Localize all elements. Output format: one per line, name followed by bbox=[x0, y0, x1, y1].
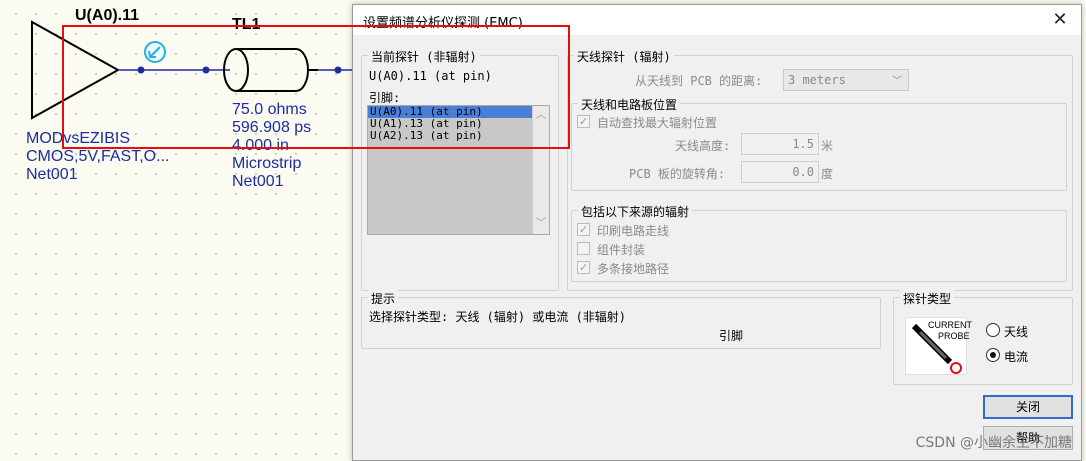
scroll-up-icon[interactable]: ︿ bbox=[533, 108, 549, 124]
source-label-ground-paths: 多条接地路径 bbox=[597, 262, 670, 276]
radio-antenna[interactable] bbox=[986, 323, 1000, 337]
probe-type-group-label: 探针类型 bbox=[900, 290, 955, 307]
source-checkbox-ground-paths[interactable]: ✓ bbox=[577, 261, 590, 274]
source-checkbox-packages[interactable] bbox=[577, 242, 590, 255]
antenna-probe-group-label: 天线探针 (辐射) bbox=[574, 48, 674, 65]
tline-net-text: Net001 bbox=[232, 173, 284, 190]
driver-model-text: MODvsEZIBIS bbox=[26, 130, 131, 147]
antenna-position-group-label: 天线和电路板位置 bbox=[578, 96, 681, 113]
distance-value: 3 meters bbox=[788, 73, 846, 87]
tline-length-text: 4.000 in bbox=[232, 137, 289, 154]
close-button[interactable]: 关闭 bbox=[983, 395, 1073, 419]
pins-scrollbar[interactable]: ︿ ﹀ bbox=[532, 106, 549, 234]
hint-sub-text: 引脚 bbox=[719, 329, 744, 343]
driver-label: U(A0).11 bbox=[75, 7, 140, 24]
source-label-traces: 印刷电路走线 bbox=[597, 224, 670, 238]
pin-list-item[interactable]: U(A2).13 (at pin) bbox=[368, 130, 549, 142]
current-probe-group-label: 当前探针 (非辐射) bbox=[368, 48, 480, 65]
rotation-input[interactable]: 0.0 bbox=[741, 161, 819, 183]
close-icon[interactable]: ✕ bbox=[1047, 8, 1073, 32]
node-dot bbox=[137, 66, 145, 74]
node-dot bbox=[202, 66, 210, 74]
tline-delay-text: 596.908 ps bbox=[232, 119, 312, 136]
watermark-text: CSDN @小幽余生不加糖 bbox=[915, 435, 1072, 451]
scroll-down-icon[interactable]: ﹀ bbox=[533, 216, 549, 232]
pins-label: 引脚: bbox=[369, 91, 401, 105]
emc-probe-dialog: 设置频谱分析仪探测 (EMC) ✕ 当前探针 (非辐射) U(A0).11 (a… bbox=[352, 4, 1082, 461]
hint-text: 选择探针类型: 天线 (辐射) 或电流 (非辐射) bbox=[369, 310, 627, 324]
driver-net-text: Net001 bbox=[26, 166, 78, 183]
radio-antenna-label: 天线 bbox=[1004, 325, 1029, 339]
height-unit: 米 bbox=[821, 139, 834, 153]
current-probe-image: CURRENT PROBE bbox=[905, 317, 972, 375]
chevron-down-icon: ﹀ bbox=[892, 76, 902, 87]
dialog-title: 设置频谱分析仪探测 (EMC) bbox=[363, 16, 523, 31]
transmission-line-symbol[interactable] bbox=[223, 48, 318, 92]
dialog-titlebar[interactable]: 设置频谱分析仪探测 (EMC) ✕ bbox=[353, 5, 1081, 35]
probe-image-text: CURRENT bbox=[928, 320, 972, 330]
rotation-label: PCB 板的旋转角: bbox=[629, 167, 726, 181]
pins-listbox[interactable]: U(A0).11 (at pin) U(A1).13 (at pin) U(A2… bbox=[367, 105, 550, 235]
tline-type-text: Microstrip bbox=[232, 155, 302, 172]
schematic-canvas[interactable]: U(A0).11 TL1 MODvsEZIBIS CMOS,5V,FAST,O.… bbox=[0, 0, 360, 461]
tline-label: TL1 bbox=[232, 16, 261, 33]
auto-find-label: 自动查找最大辐射位置 bbox=[597, 116, 718, 130]
driver-buffer-symbol[interactable] bbox=[31, 20, 121, 120]
source-checkbox-traces[interactable]: ✓ bbox=[577, 223, 590, 236]
auto-find-checkbox[interactable]: ✓ bbox=[577, 115, 590, 128]
rotation-value: 0.0 bbox=[792, 165, 814, 179]
height-label: 天线高度: bbox=[675, 139, 731, 153]
radio-current-label: 电流 bbox=[1004, 350, 1029, 364]
rotation-unit: 度 bbox=[821, 167, 834, 181]
distance-dropdown[interactable]: 3 meters ﹀ bbox=[783, 69, 909, 91]
node-dot bbox=[334, 66, 342, 74]
source-label-packages: 组件封装 bbox=[597, 243, 646, 257]
height-value: 1.5 bbox=[792, 137, 814, 151]
schematic-drawing bbox=[31, 20, 360, 120]
radio-current[interactable] bbox=[986, 348, 1000, 362]
driver-tech-text: CMOS,5V,FAST,O... bbox=[26, 148, 170, 165]
probe-marker-icon[interactable] bbox=[144, 41, 166, 63]
radiation-sources-group-label: 包括以下来源的辐射 bbox=[578, 203, 693, 220]
probe-image-text: PROBE bbox=[938, 331, 970, 341]
distance-label: 从天线到 PCB 的距离: bbox=[635, 74, 763, 88]
hint-group-label: 提示 bbox=[368, 290, 399, 307]
current-probe-value: U(A0).11 (at pin) bbox=[369, 69, 492, 83]
height-input[interactable]: 1.5 bbox=[741, 133, 819, 155]
tline-impedance-text: 75.0 ohms bbox=[232, 101, 307, 118]
